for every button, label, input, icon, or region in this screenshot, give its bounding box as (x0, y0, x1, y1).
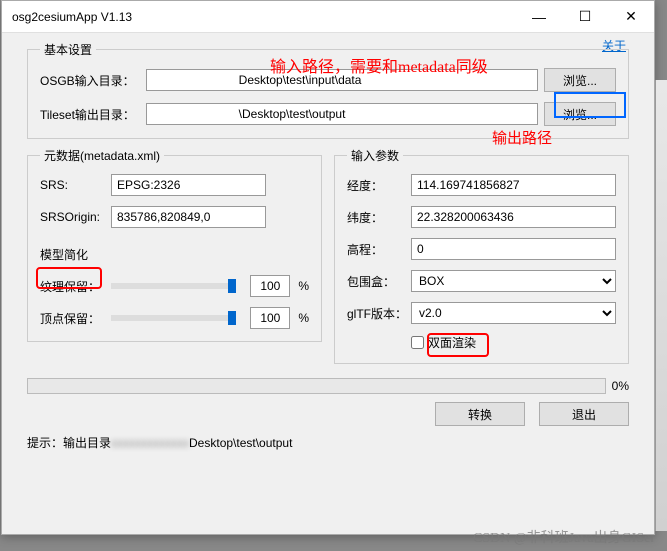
metadata-legend: 元数据(metadata.xml) (40, 147, 164, 164)
osgb-input-row: OSGB输入目录： 浏览... (40, 68, 616, 92)
columns: 元数据(metadata.xml) SRS: SRSOrigin: 模型简化 纹… (27, 147, 629, 372)
texture-retain-slider[interactable] (111, 283, 236, 289)
basic-settings-legend: 基本设置 (40, 41, 96, 58)
browse-output-button[interactable]: 浏览... (544, 102, 616, 126)
srs-origin-label: SRSOrigin: (40, 210, 105, 224)
metadata-group: 元数据(metadata.xml) SRS: SRSOrigin: 模型简化 纹… (27, 147, 322, 342)
vertex-retain-field[interactable] (250, 307, 290, 329)
browse-input-button[interactable]: 浏览... (544, 68, 616, 92)
exit-button[interactable]: 退出 (539, 402, 629, 426)
window-controls: — ☐ ✕ (516, 1, 654, 33)
window-title: osg2cesiumApp V1.13 (12, 10, 132, 24)
double-side-label: 双面渲染 (428, 334, 476, 351)
watermark: CSDN @非科班Java出身GISer (473, 527, 655, 547)
minimize-button[interactable]: — (516, 1, 562, 33)
action-buttons: 转换 退出 (27, 402, 629, 426)
texture-retain-label: 纹理保留： (40, 278, 105, 295)
bbox-select[interactable]: BOX (411, 270, 616, 292)
longitude-field[interactable] (411, 174, 616, 196)
params-group: 输入参数 经度： 纬度： 高程： 包围盒： BO (334, 147, 629, 364)
osgb-input-label: OSGB输入目录： (40, 72, 140, 89)
osgb-input-field[interactable] (146, 69, 538, 91)
maximize-button[interactable]: ☐ (562, 1, 608, 33)
vertex-retain-label: 顶点保留： (40, 310, 105, 327)
right-column: 输入参数 经度： 纬度： 高程： 包围盒： BO (334, 147, 629, 372)
tileset-output-field[interactable] (146, 103, 538, 125)
convert-button[interactable]: 转换 (435, 402, 525, 426)
titlebar: osg2cesiumApp V1.13 — ☐ ✕ (2, 1, 654, 33)
altitude-field[interactable] (411, 238, 616, 260)
content-area: 关于 基本设置 OSGB输入目录： 浏览... Tileset输出目录： 浏览.… (2, 33, 654, 461)
basic-settings-group: 基本设置 OSGB输入目录： 浏览... Tileset输出目录： 浏览... (27, 41, 629, 139)
srs-origin-field[interactable] (111, 206, 266, 228)
cropped-edge (655, 80, 667, 531)
srs-label: SRS: (40, 178, 105, 192)
tileset-output-label: Tileset输出目录： (40, 106, 140, 123)
vertex-retain-slider[interactable] (111, 315, 236, 321)
gltf-label: glTF版本： (347, 305, 405, 322)
double-side-checkbox[interactable]: 双面渲染 (411, 334, 476, 351)
tip-row: 提示：输出目录xxxxxxxxxxxxxDesktop\test\output (27, 434, 629, 451)
percent-sign: % (298, 279, 309, 293)
percent-sign: % (298, 311, 309, 325)
close-button[interactable]: ✕ (608, 1, 654, 33)
left-column: 元数据(metadata.xml) SRS: SRSOrigin: 模型简化 纹… (27, 147, 322, 372)
bbox-label: 包围盒： (347, 273, 405, 290)
progress-row: 0% (27, 378, 629, 394)
progress-text: 0% (612, 379, 629, 393)
tip-path: Desktop\test\output (189, 436, 292, 450)
texture-retain-field[interactable] (250, 275, 290, 297)
latitude-label: 纬度： (347, 209, 405, 226)
tip-prefix: 提示：输出目录 (27, 436, 111, 450)
progress-bar (27, 378, 606, 394)
tileset-output-row: Tileset输出目录： 浏览... (40, 102, 616, 126)
double-side-input[interactable] (411, 336, 424, 349)
longitude-label: 经度： (347, 177, 405, 194)
gltf-select[interactable]: v2.0 (411, 302, 616, 324)
app-window: osg2cesiumApp V1.13 — ☐ ✕ 关于 基本设置 OSGB输入… (1, 0, 655, 535)
altitude-label: 高程： (347, 241, 405, 258)
latitude-field[interactable] (411, 206, 616, 228)
params-legend: 输入参数 (347, 147, 403, 164)
model-simplify-title: 模型简化 (40, 246, 88, 263)
srs-field[interactable] (111, 174, 266, 196)
